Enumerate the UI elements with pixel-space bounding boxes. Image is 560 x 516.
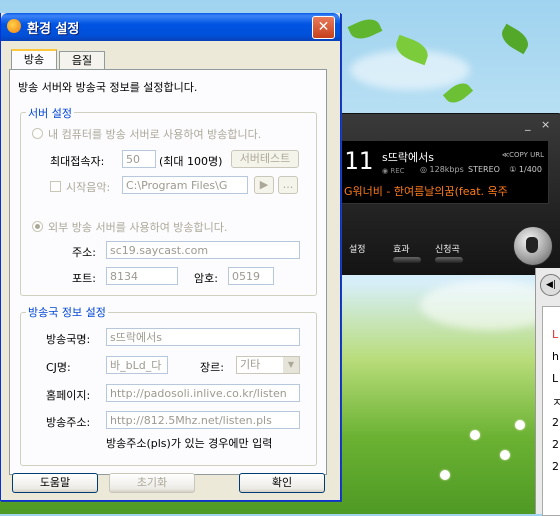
playlist-item[interactable]: h bbox=[552, 350, 559, 363]
max-connections-label: 최대접속자: bbox=[50, 155, 105, 168]
panel-play-button[interactable]: ◀| bbox=[540, 274, 560, 296]
play-music-button[interactable]: ▶ bbox=[254, 176, 274, 194]
player-effects-label: 효과 bbox=[393, 245, 410, 255]
copy-url-button[interactable]: ≪COPY URL bbox=[502, 151, 544, 159]
password-label: 암호: bbox=[194, 272, 218, 285]
tab-audio-quality[interactable]: 음질 bbox=[59, 51, 105, 70]
help-button[interactable]: 도움말 bbox=[12, 473, 98, 493]
start-music-label: 시작음악: bbox=[66, 181, 111, 194]
request-dropdown-icon bbox=[435, 257, 463, 263]
homepage-input[interactable]: http://padosoli.inlive.co.kr/listen bbox=[106, 384, 300, 402]
close-button[interactable]: ✕ bbox=[312, 16, 335, 39]
password-input[interactable]: 0519 bbox=[228, 267, 274, 285]
radio-external-server-label: 외부 방송 서버를 사용하여 방송합니다. bbox=[48, 221, 228, 234]
homepage-label: 홈페이지: bbox=[46, 389, 91, 402]
media-player: _ × 11 s뜨락에서s ≪COPY URL ◉ REC ◎ 128kbps … bbox=[330, 113, 560, 275]
playlist-item[interactable]: L bbox=[552, 328, 558, 341]
station-name-input[interactable]: s뜨락에서s bbox=[106, 328, 300, 346]
app-icon bbox=[7, 19, 21, 33]
desktop-leaf bbox=[347, 14, 383, 44]
intro-text: 방송 서버와 방송국 정보를 설정합니다. bbox=[18, 81, 198, 94]
player-display: 11 s뜨락에서s ≪COPY URL ◉ REC ◎ 128kbps STER… bbox=[339, 140, 549, 204]
dialog-title: 환경 설정 bbox=[27, 22, 80, 37]
title-bar[interactable]: 환경 설정 ✕ bbox=[1, 13, 340, 41]
listener-count: ① 1/400 bbox=[509, 165, 542, 174]
settings-dialog: 환경 설정 ✕ 방송 음질 방송 서버와 방송국 정보를 설정합니다. 서버 설… bbox=[0, 13, 341, 501]
radio-local-server-label: 내 컴퓨터를 방송 서버로 사용하여 방송합니다. bbox=[48, 128, 262, 141]
max-connections-hint: (최대 100명) bbox=[159, 155, 223, 168]
genre-select[interactable]: 기타 ▼ bbox=[236, 356, 300, 374]
player-effects-button[interactable]: 효과 bbox=[393, 242, 421, 263]
cj-name-input[interactable]: 바_bLd_다 bbox=[106, 356, 168, 374]
song-title: G워너비 - 한여름날의꿈(feat. 옥주 bbox=[344, 185, 508, 198]
station-name: s뜨락에서s bbox=[382, 151, 434, 164]
player-request-label: 신청곡 bbox=[435, 245, 460, 255]
playlist-item[interactable]: 2 bbox=[552, 438, 559, 451]
playlist-item[interactable]: 2 bbox=[552, 460, 559, 473]
port-input[interactable]: 8134 bbox=[106, 267, 178, 285]
port-label: 포트: bbox=[72, 272, 96, 285]
microphone-icon[interactable] bbox=[513, 226, 553, 266]
effects-dropdown-icon bbox=[393, 257, 421, 263]
address-input[interactable]: sc19.saycast.com bbox=[106, 241, 300, 259]
max-connections-input[interactable]: 50 bbox=[122, 150, 156, 168]
desktop-flower bbox=[500, 450, 510, 460]
start-music-checkbox[interactable] bbox=[50, 181, 61, 192]
tab-panel: 방송 서버와 방송국 정보를 설정합니다. 서버 설정 내 컴퓨터를 방송 서버… bbox=[9, 69, 327, 475]
player-close-button[interactable]: × bbox=[541, 118, 550, 131]
playlist-panel: ◀| L h L ㅈ 2 2 2 bbox=[535, 268, 560, 516]
desktop-flower bbox=[440, 470, 450, 480]
track-number: 11 bbox=[344, 147, 373, 175]
station-name-label: 방송국명: bbox=[46, 333, 91, 346]
address-label: 주소: bbox=[72, 246, 96, 259]
broadcast-address-label: 방송주소: bbox=[46, 416, 91, 429]
desktop-leaf bbox=[497, 23, 533, 55]
player-settings-label: 설정 bbox=[349, 245, 366, 255]
player-settings-button[interactable]: 설정 bbox=[349, 242, 366, 255]
desktop-flower bbox=[470, 430, 480, 440]
genre-label: 장르: bbox=[200, 361, 224, 374]
radio-external-server[interactable] bbox=[32, 221, 43, 232]
bitrate-indicator: ◎ 128kbps bbox=[420, 165, 464, 174]
radio-local-server[interactable] bbox=[32, 128, 43, 139]
reset-button[interactable]: 초기화 bbox=[109, 473, 195, 493]
cj-name-label: CJ명: bbox=[46, 361, 71, 374]
stereo-indicator: STEREO bbox=[468, 165, 500, 174]
playlist-item[interactable]: 2 bbox=[552, 416, 559, 429]
ok-button[interactable]: 확인 bbox=[239, 473, 325, 493]
tab-audio-quality-label: 음질 bbox=[71, 54, 93, 67]
browse-music-button[interactable]: ... bbox=[278, 176, 298, 194]
desktop-flower bbox=[515, 420, 525, 430]
server-test-button[interactable]: 서버테스트 bbox=[231, 150, 299, 168]
tab-broadcast[interactable]: 방송 bbox=[11, 49, 57, 71]
genre-value: 기타 bbox=[240, 358, 261, 371]
playlist-item[interactable]: ㅈ bbox=[552, 394, 560, 410]
player-minimize-button[interactable]: _ bbox=[525, 118, 531, 131]
server-settings-title: 서버 설정 bbox=[26, 105, 74, 121]
chevron-down-icon: ▼ bbox=[283, 357, 299, 373]
player-request-button[interactable]: 신청곡 bbox=[435, 242, 463, 263]
start-music-path-input[interactable]: C:\Program Files\G bbox=[122, 176, 248, 194]
broadcast-address-input[interactable]: http://812.5Mhz.net/listen.pls bbox=[106, 411, 300, 429]
broadcast-address-note: 방송주소(pls)가 있는 경우에만 입력 bbox=[106, 437, 273, 450]
tab-broadcast-label: 방송 bbox=[23, 53, 45, 66]
rec-indicator: ◉ REC bbox=[382, 167, 405, 175]
playlist-item[interactable]: L bbox=[552, 372, 558, 385]
station-info-title: 방송국 정보 설정 bbox=[26, 304, 108, 320]
